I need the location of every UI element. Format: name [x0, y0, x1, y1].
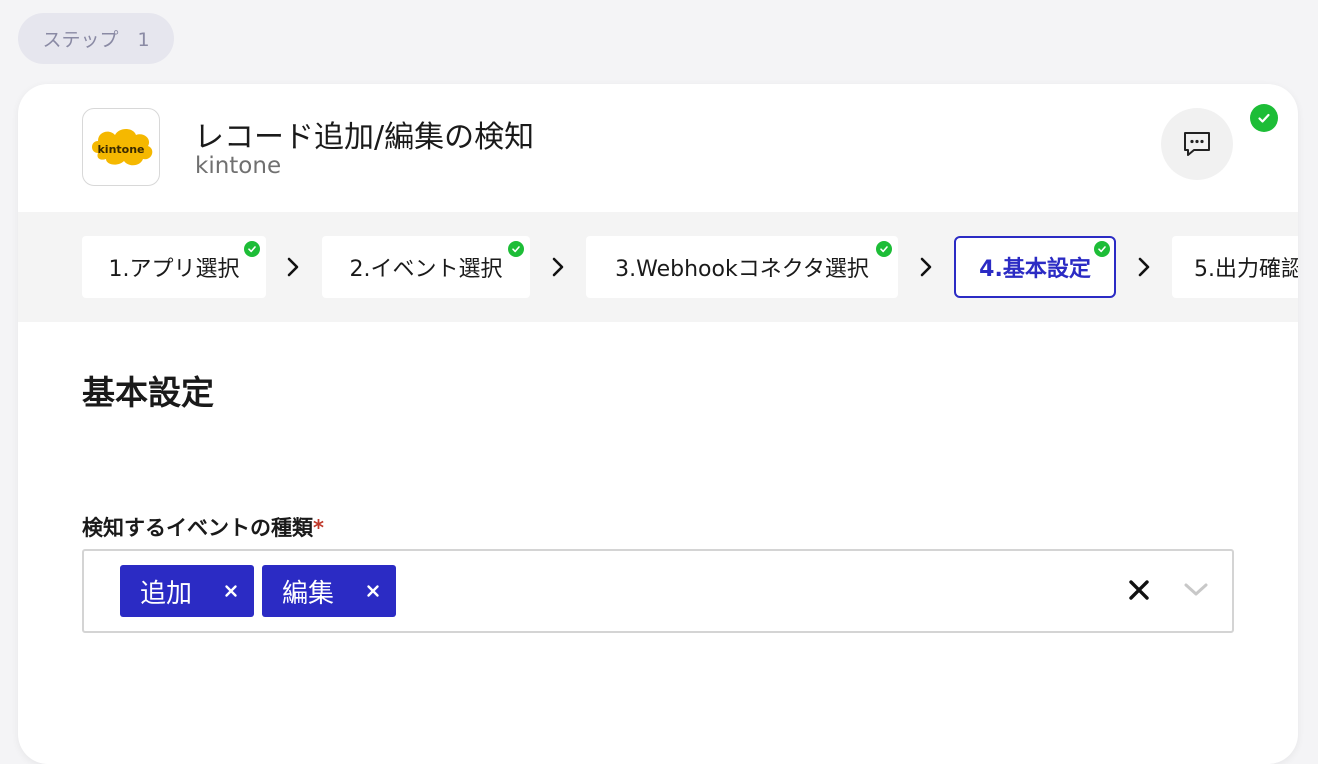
selected-chip-edit: 編集: [262, 565, 396, 617]
tab-label: 4.基本設定: [979, 257, 1091, 282]
check-icon: [248, 246, 256, 253]
tab-done-badge: [1094, 241, 1110, 257]
kintone-logo: kintone: [82, 108, 160, 186]
step-indicator-label: ステップ 1: [42, 29, 150, 51]
chip-label: 追加: [140, 578, 193, 609]
dropdown-toggle-button[interactable]: [1183, 581, 1209, 603]
remove-chip-button[interactable]: [366, 565, 380, 617]
tab-done-badge: [508, 241, 524, 257]
card-title: レコード追加/編集の検知: [194, 120, 535, 155]
tab-basic-settings[interactable]: 4.基本設定: [954, 236, 1116, 298]
tab-output-confirm[interactable]: 5.出力確認: [1172, 236, 1298, 298]
close-icon: [367, 585, 379, 597]
chip-label: 編集: [282, 578, 335, 609]
remove-chip-button[interactable]: [224, 565, 238, 617]
comment-icon: [1184, 132, 1210, 156]
step-status-badge: [1250, 104, 1278, 132]
tab-done-badge: [876, 241, 892, 257]
tab-label: 5.出力確認: [1194, 257, 1298, 282]
kintone-logo-text: kintone: [97, 143, 144, 156]
event-type-label-text: 検知するイベントの種類: [82, 516, 313, 540]
chevron-right-icon: [552, 257, 564, 277]
tab-webhook-connector-select[interactable]: 3.Webhookコネクタ選択: [586, 236, 898, 298]
chevron-right-icon: [1138, 257, 1150, 277]
event-type-select[interactable]: 追加 編集: [82, 549, 1234, 633]
chevron-down-icon: [1184, 583, 1208, 596]
tab-label: 1.アプリ選択: [108, 257, 240, 282]
tab-done-badge: [244, 241, 260, 257]
check-icon: [1098, 246, 1106, 253]
step-indicator: ステップ 1: [18, 13, 174, 64]
section-title: 基本設定: [82, 373, 214, 412]
kintone-logo-icon: kintone: [92, 129, 153, 166]
check-circle-icon: [1258, 113, 1270, 123]
selected-chip-add: 追加: [120, 565, 254, 617]
check-icon: [880, 246, 888, 253]
required-mark: *: [313, 516, 324, 540]
chevron-right-icon: [287, 257, 299, 277]
clear-selection-button[interactable]: [1128, 579, 1150, 605]
tab-app-select[interactable]: 1.アプリ選択: [82, 236, 266, 298]
close-icon: [1129, 580, 1149, 600]
check-icon: [512, 246, 520, 253]
tab-label: 3.Webhookコネクタ選択: [615, 257, 869, 282]
event-type-label: 検知するイベントの種類*: [82, 512, 324, 542]
step-tabs: 1.アプリ選択 2.イベント選択 3.Webhookコネクタ選択 4.基本設定: [18, 212, 1298, 322]
chevron-right-icon: [920, 257, 932, 277]
card-subtitle: kintone: [195, 153, 282, 179]
tab-label: 2.イベント選択: [349, 257, 503, 282]
step-card: kintone レコード追加/編集の検知 kintone 1.アプリ選択 2.イ…: [18, 84, 1298, 764]
close-icon: [225, 585, 237, 597]
tab-event-select[interactable]: 2.イベント選択: [322, 236, 530, 298]
comment-button[interactable]: [1161, 108, 1233, 180]
